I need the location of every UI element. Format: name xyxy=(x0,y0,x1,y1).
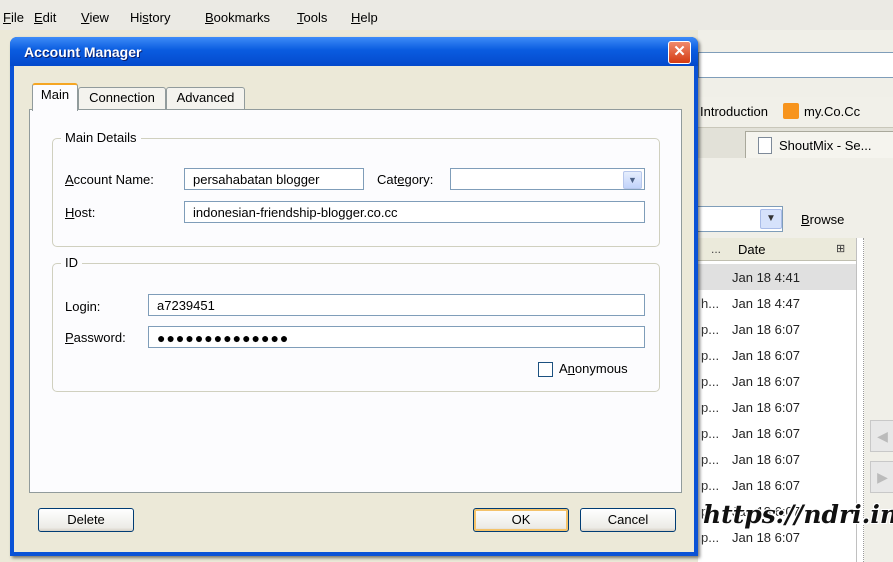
list-item-date: Jan 18 6:07 xyxy=(732,478,800,493)
list-item-date: Jan 18 6:07 xyxy=(732,452,800,467)
ok-button[interactable]: OK xyxy=(473,508,569,532)
anonymous-checkbox[interactable] xyxy=(538,362,553,377)
browser-tab-shoutmix[interactable]: ShoutMix - Se... xyxy=(745,131,893,158)
list-item[interactable]: p... Jan 18 6:07 xyxy=(698,342,856,368)
list-item[interactable]: Jan 18 4:41 xyxy=(698,264,856,290)
list-header: ... Date ⊞ xyxy=(698,238,856,261)
back-arrow-icon[interactable]: ◀ xyxy=(870,420,893,452)
list-item-name: p... xyxy=(701,530,720,545)
menu-tools[interactable]: Tools xyxy=(297,10,327,25)
tab-connection[interactable]: Connection xyxy=(78,87,166,110)
watermark: https://ndri.info xyxy=(703,500,893,529)
menu-bar: File Edit View History Bookmarks Tools H… xyxy=(0,0,893,30)
password-input[interactable]: ●●●●●●●●●●●●●● xyxy=(148,326,645,348)
anonymous-label[interactable]: Anonymous xyxy=(559,361,628,376)
list-item[interactable]: p... Jan 18 6:07 xyxy=(698,394,856,420)
close-icon[interactable]: ✕ xyxy=(668,41,691,64)
login-input[interactable]: a7239451 xyxy=(148,294,645,316)
list-item-date: Jan 18 6:07 xyxy=(732,322,800,337)
delete-button[interactable]: Delete xyxy=(38,508,134,532)
tab-panel-main: Main Details Account Name: persahabatan … xyxy=(29,109,682,493)
dialog-title: Account Manager xyxy=(24,44,142,60)
password-label: Password: xyxy=(65,330,126,345)
list-item-date: Jan 18 6:07 xyxy=(732,530,800,545)
host-input[interactable]: indonesian-friendship-blogger.co.cc xyxy=(184,201,645,223)
menu-help[interactable]: Help xyxy=(351,10,378,25)
column-header-name[interactable]: ... xyxy=(711,242,721,256)
host-label: Host: xyxy=(65,205,96,220)
list-item-date: Jan 18 6:07 xyxy=(732,374,800,389)
dialog-body: Main Connection Advanced Main Details Ac… xyxy=(14,66,694,552)
account-name-input[interactable]: persahabatan blogger xyxy=(184,168,364,190)
column-header-date[interactable]: Date xyxy=(738,242,765,257)
list-item[interactable]: p... Jan 18 6:07 xyxy=(698,472,856,498)
cancel-button[interactable]: Cancel xyxy=(580,508,676,532)
list-item[interactable]: p... Jan 18 6:07 xyxy=(698,368,856,394)
bookmarks-toolbar: Introduction my.Co.Cc xyxy=(698,97,893,127)
list-item-date: Jan 18 4:47 xyxy=(732,296,800,311)
menu-bookmarks[interactable]: Bookmarks xyxy=(205,10,270,25)
list-item-name: p... xyxy=(701,400,720,415)
chevron-down-icon[interactable]: ▼ xyxy=(760,209,782,229)
account-name-label: Account Name: xyxy=(65,172,154,187)
category-select[interactable]: ▼ xyxy=(450,168,645,190)
login-label: Login: xyxy=(65,299,101,314)
list-item-date: Jan 18 6:07 xyxy=(732,400,800,415)
forward-arrow-icon[interactable]: ▶ xyxy=(870,461,893,493)
url-bar[interactable] xyxy=(698,52,893,78)
browser-tab-label: ShoutMix - Se... xyxy=(779,138,872,153)
list-item-date: Jan 18 6:07 xyxy=(732,426,800,441)
menu-view[interactable]: View xyxy=(81,10,109,25)
main-details-legend: Main Details xyxy=(61,130,141,145)
dialog-titlebar[interactable]: Account Manager ✕ xyxy=(10,37,698,66)
list-item-name: p... xyxy=(701,426,720,441)
page-icon xyxy=(758,137,772,154)
list-item-date: Jan 18 4:41 xyxy=(732,270,800,285)
id-group: ID Login: a7239451 Password: ●●●●●●●●●●●… xyxy=(52,255,660,392)
menu-edit[interactable]: Edit xyxy=(34,10,56,25)
list-item[interactable]: p... Jan 18 6:07 xyxy=(698,446,856,472)
tab-main[interactable]: Main xyxy=(32,83,78,111)
browse-button[interactable]: Browse xyxy=(801,212,844,227)
tab-advanced[interactable]: Advanced xyxy=(166,87,245,110)
list-item-name: p... xyxy=(701,478,720,493)
chevron-down-icon[interactable]: ▼ xyxy=(623,171,642,189)
column-picker-icon[interactable]: ⊞ xyxy=(836,242,845,255)
list-item-name: p... xyxy=(701,322,720,337)
list-item-name: p... xyxy=(701,374,720,389)
list-item[interactable]: p... Jan 18 6:07 xyxy=(698,316,856,342)
list-item[interactable]: p... Jan 18 6:07 xyxy=(698,420,856,446)
list-item-name: p... xyxy=(701,348,720,363)
menu-file[interactable]: File xyxy=(3,10,24,25)
list-item-name: p... xyxy=(701,452,720,467)
account-manager-dialog: Account Manager ✕ Main Connection Advanc… xyxy=(10,37,698,556)
id-legend: ID xyxy=(61,255,82,270)
menu-history[interactable]: History xyxy=(130,10,170,25)
list-item-date: Jan 18 6:07 xyxy=(732,348,800,363)
list-item[interactable]: h... Jan 18 4:47 xyxy=(698,290,856,316)
list-item-name: h... xyxy=(701,296,720,311)
bookmark-introduction[interactable]: Introduction xyxy=(700,104,768,119)
rss-feed-icon xyxy=(783,103,799,119)
category-label: Category: xyxy=(377,172,434,187)
bookmark-my-co-cc[interactable]: my.Co.Cc xyxy=(804,104,860,119)
main-details-group: Main Details Account Name: persahabatan … xyxy=(52,130,660,247)
